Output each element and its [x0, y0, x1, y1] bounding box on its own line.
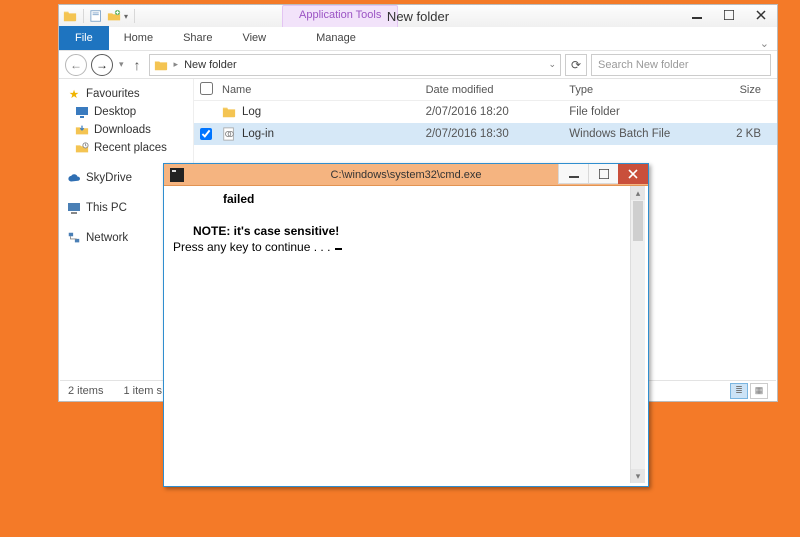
- recent-icon: [75, 141, 89, 155]
- ribbon-help-icon[interactable]: ⌄: [752, 37, 777, 50]
- nav-back-button[interactable]: ←: [65, 54, 87, 76]
- ribbon-tabs: File Home Share View Manage ⌄: [59, 27, 777, 51]
- downloads-icon: [75, 123, 89, 137]
- maximize-button[interactable]: [713, 5, 745, 25]
- tree-desktop[interactable]: Desktop: [67, 103, 193, 121]
- details-view-button[interactable]: ≣: [730, 383, 748, 399]
- folder-icon: [154, 58, 168, 72]
- tree-label: This PC: [86, 202, 127, 214]
- close-button[interactable]: [745, 5, 777, 25]
- star-icon: ★: [67, 87, 81, 101]
- cmd-line: Press any key to continue . . .: [173, 240, 334, 254]
- ribbon-tab-view[interactable]: View: [227, 26, 281, 50]
- address-dropdown-icon[interactable]: ⌄: [548, 59, 556, 70]
- ribbon-tab-home[interactable]: Home: [109, 26, 168, 50]
- ribbon-tab-manage[interactable]: Manage: [301, 26, 371, 50]
- cmd-window: C:\windows\system32\cmd.exe failed NOTE:…: [163, 163, 649, 487]
- tree-label: Network: [86, 232, 128, 244]
- desktop-icon: [75, 105, 89, 119]
- file-date: 2/07/2016 18:20: [426, 106, 570, 118]
- file-row[interactable]: Log-in 2/07/2016 18:30 Windows Batch Fil…: [194, 123, 777, 145]
- file-type: File folder: [569, 106, 701, 118]
- cmd-maximize-button[interactable]: [588, 164, 618, 184]
- cursor-icon: [335, 248, 342, 250]
- qat-more-icon[interactable]: ▾: [124, 12, 128, 21]
- cmd-title: C:\windows\system32\cmd.exe: [331, 169, 482, 181]
- tree-label: Recent places: [94, 142, 167, 154]
- minimize-button[interactable]: [681, 5, 713, 25]
- tree-favourites[interactable]: ★ Favourites: [67, 85, 193, 103]
- column-name[interactable]: Name: [222, 84, 426, 96]
- cmd-close-button[interactable]: [618, 164, 648, 184]
- cmd-minimize-button[interactable]: [558, 164, 588, 184]
- select-all-checkbox[interactable]: [200, 82, 213, 95]
- address-path-segment[interactable]: New folder: [184, 59, 237, 71]
- tree-label: SkyDrive: [86, 172, 132, 184]
- file-size: 2 KB: [701, 128, 771, 140]
- status-selection: 1 item s: [123, 385, 162, 397]
- cmd-titlebar[interactable]: C:\windows\system32\cmd.exe: [164, 164, 648, 186]
- refresh-button[interactable]: ⟳: [565, 54, 587, 76]
- status-item-count: 2 items: [68, 385, 103, 397]
- context-tab-application-tools[interactable]: Application Tools: [282, 5, 398, 27]
- tree-label: Downloads: [94, 124, 151, 136]
- chevron-right-icon: ▸: [174, 59, 179, 70]
- icons-view-button[interactable]: ▦: [750, 383, 768, 399]
- file-date: 2/07/2016 18:30: [426, 128, 570, 140]
- column-date[interactable]: Date modified: [426, 84, 570, 96]
- address-bar[interactable]: ▸ New folder ⌄: [149, 54, 561, 76]
- new-folder-icon[interactable]: [107, 9, 121, 23]
- quick-access-toolbar: ▾: [59, 9, 142, 23]
- cmd-line: failed: [173, 192, 254, 206]
- file-row[interactable]: Log 2/07/2016 18:20 File folder: [194, 101, 777, 123]
- column-type[interactable]: Type: [569, 84, 701, 96]
- batch-file-icon: [222, 127, 236, 141]
- address-row: ← → ▾ ↑ ▸ New folder ⌄ ⟳ Search New fold…: [59, 51, 777, 79]
- cmd-icon: [170, 168, 184, 182]
- pc-icon: [67, 201, 81, 215]
- ribbon-tab-share[interactable]: Share: [168, 26, 227, 50]
- nav-up-button[interactable]: ↑: [130, 57, 145, 73]
- cmd-output: failed NOTE: it's case sensitive! Press …: [167, 186, 645, 483]
- nav-history-dropdown[interactable]: ▾: [117, 59, 126, 70]
- cmd-line: NOTE: it's case sensitive!: [173, 224, 339, 238]
- network-icon: [67, 231, 81, 245]
- tree-recent-places[interactable]: Recent places: [67, 139, 193, 157]
- properties-icon[interactable]: [90, 9, 104, 23]
- folder-icon: [63, 9, 77, 23]
- columns-header: Name Date modified Type Size: [194, 79, 777, 101]
- scroll-thumb[interactable]: [633, 201, 643, 241]
- file-name: Log-in: [242, 128, 274, 140]
- file-checkbox[interactable]: [200, 128, 212, 140]
- explorer-titlebar[interactable]: ▾ Application Tools New folder: [59, 5, 777, 27]
- tree-label: Favourites: [86, 88, 140, 100]
- scroll-up-icon[interactable]: ▴: [631, 186, 645, 200]
- cloud-icon: [67, 171, 81, 185]
- search-input[interactable]: Search New folder: [591, 54, 771, 76]
- tree-downloads[interactable]: Downloads: [67, 121, 193, 139]
- file-name: Log: [242, 106, 261, 118]
- tree-label: Desktop: [94, 106, 136, 118]
- column-size[interactable]: Size: [701, 84, 771, 96]
- ribbon-tab-file[interactable]: File: [59, 26, 109, 50]
- cmd-scrollbar[interactable]: ▴ ▾: [630, 186, 645, 483]
- nav-forward-button[interactable]: →: [91, 54, 113, 76]
- folder-icon: [222, 105, 236, 119]
- scroll-down-icon[interactable]: ▾: [631, 469, 645, 483]
- file-type: Windows Batch File: [569, 128, 701, 140]
- window-title: New folder: [387, 9, 449, 24]
